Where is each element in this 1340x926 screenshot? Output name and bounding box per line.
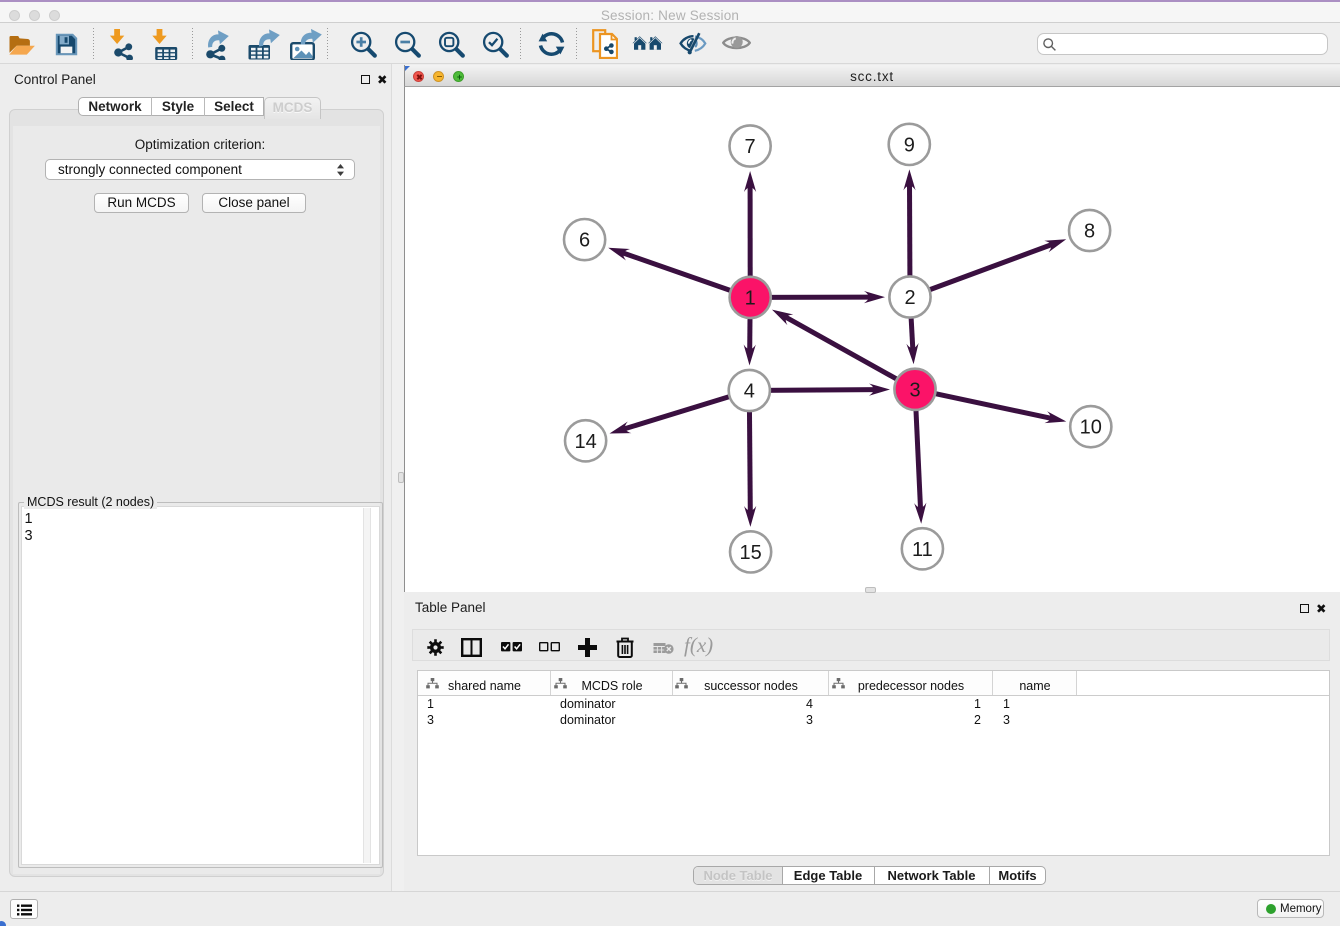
svg-text:11: 11 <box>912 539 933 561</box>
svg-text:15: 15 <box>739 542 761 564</box>
svg-text:2: 2 <box>904 287 915 309</box>
svg-text:3: 3 <box>909 379 920 401</box>
svg-text:6: 6 <box>579 230 590 252</box>
svg-text:14: 14 <box>574 431 596 453</box>
svg-text:4: 4 <box>744 381 755 403</box>
svg-text:8: 8 <box>1084 221 1095 243</box>
svg-text:9: 9 <box>904 134 915 156</box>
svg-text:1: 1 <box>745 287 756 309</box>
svg-text:7: 7 <box>745 136 756 158</box>
svg-text:10: 10 <box>1080 417 1102 439</box>
